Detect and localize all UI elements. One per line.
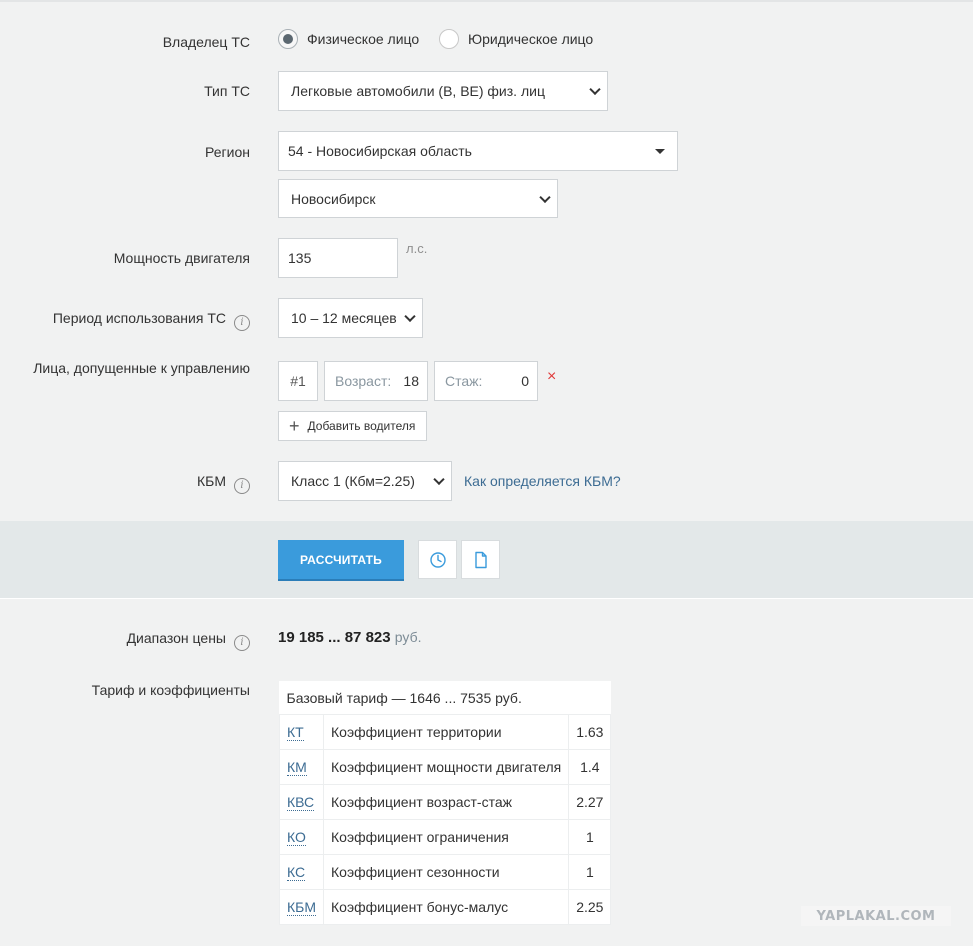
owner-option-legal[interactable]: Юридическое лицо — [439, 29, 593, 49]
vehicle-type-label: Тип ТС — [204, 83, 250, 99]
owner-option-individual[interactable]: Физическое лицо — [278, 29, 419, 49]
coef-abbr-link[interactable]: КБМ — [287, 899, 317, 916]
info-icon[interactable]: i — [234, 315, 250, 331]
caret-down-icon — [655, 149, 665, 154]
chevron-down-icon — [433, 473, 445, 486]
price-range-label: Диапазон цены i — [127, 630, 250, 651]
price-currency: руб. — [394, 629, 422, 645]
usage-period-value: 10 – 12 месяцев — [291, 310, 397, 326]
coef-abbr-link[interactable]: КС — [287, 864, 306, 881]
engine-power-label: Мощность двигателя — [113, 250, 250, 266]
coef-abbr: КТ — [278, 714, 325, 750]
table-row: КС Коэффициент сезонности 1 — [278, 854, 612, 890]
kbm-label-text: КБМ — [196, 473, 226, 489]
coef-abbr-link[interactable]: КВС — [287, 794, 315, 811]
coef-name: Коэффициент возраст-стаж — [323, 784, 570, 820]
base-tariff: Базовый тариф — 1646 ... 7535 руб. — [279, 681, 611, 715]
kbm-label: КБМ i — [197, 473, 250, 494]
driver-experience-label: Стаж: — [445, 373, 483, 389]
history-button[interactable] — [418, 540, 457, 579]
coef-abbr: КВС — [278, 784, 325, 820]
drivers-label: Лица, допущенные к управлению — [33, 360, 250, 376]
engine-power-value: 135 — [288, 250, 312, 266]
coef-abbr: КМ — [278, 749, 325, 785]
engine-power-unit: л.с. — [406, 241, 428, 256]
plus-icon: + — [289, 416, 300, 436]
driver-experience-input[interactable]: Стаж: 0 — [434, 361, 538, 401]
top-divider — [0, 0, 973, 2]
table-row: КМ Коэффициент мощности двигателя 1.4 — [278, 749, 612, 785]
coef-name: Коэффициент сезонности — [323, 854, 570, 890]
radio-unchecked-icon[interactable] — [439, 29, 459, 49]
coef-abbr: КС — [278, 854, 325, 890]
driver-number-text: #1 — [290, 373, 306, 389]
coef-abbr: КБМ — [278, 889, 325, 925]
city-value: Новосибирск — [291, 190, 376, 207]
region-select[interactable]: 54 - Новосибирская область — [278, 131, 678, 171]
table-row: КТ Коэффициент территории 1.63 — [278, 714, 612, 750]
vehicle-type-select[interactable]: Легковые автомобили (B, BE) физ. лиц — [278, 71, 608, 111]
chevron-down-icon — [404, 310, 416, 323]
price-range: 19 185 ... 87 823 руб. — [278, 629, 421, 646]
engine-power-input[interactable]: 135 — [278, 238, 398, 278]
coef-value: 1.4 — [568, 749, 612, 785]
base-tariff-row: Базовый тариф — 1646 ... 7535 руб. — [279, 681, 611, 715]
coef-name: Коэффициент бонус-малус — [323, 889, 570, 925]
price-range-value: 19 185 ... 87 823 — [278, 629, 391, 646]
kbm-value: Класс 1 (Кбм=2.25) — [291, 473, 415, 489]
tariff-label: Тариф и коэффициенты — [91, 682, 250, 698]
coef-abbr-link[interactable]: КМ — [287, 759, 307, 776]
coef-value: 1 — [568, 819, 612, 855]
coef-name: Коэффициент территории — [323, 714, 570, 750]
remove-driver-icon[interactable]: × — [547, 369, 556, 385]
vehicle-type-value: Легковые автомобили (B, BE) физ. лиц — [291, 83, 545, 99]
table-row: КО Коэффициент ограничения 1 — [278, 819, 612, 855]
chevron-down-icon — [589, 83, 601, 96]
coefficients-table: Базовый тариф — 1646 ... 7535 руб. КТ Ко… — [278, 681, 612, 925]
driver-age-value: 18 — [403, 373, 419, 389]
radio-checked-icon[interactable] — [278, 29, 298, 49]
region-label: Регион — [205, 144, 250, 160]
kbm-select[interactable]: Класс 1 (Кбм=2.25) — [278, 461, 452, 501]
usage-period-label: Период использования ТС i — [53, 310, 250, 331]
coef-abbr-link[interactable]: КО — [287, 829, 306, 846]
price-range-label-text: Диапазон цены — [126, 630, 226, 646]
kbm-help-link[interactable]: Как определяется КБМ? — [464, 473, 621, 489]
coef-abbr: КО — [278, 819, 325, 855]
info-icon[interactable]: i — [234, 478, 250, 494]
driver-number: #1 — [278, 361, 318, 401]
owner-option-label: Физическое лицо — [307, 31, 420, 47]
chevron-down-icon — [539, 191, 551, 203]
usage-period-select[interactable]: 10 – 12 месяцев — [278, 298, 423, 338]
table-row: КБМ Коэффициент бонус-малус 2.25 — [278, 889, 612, 925]
document-icon — [474, 551, 487, 568]
coef-value: 2.25 — [568, 889, 612, 925]
driver-age-input[interactable]: Возраст: 18 — [324, 361, 428, 401]
owner-option-label: Юридическое лицо — [468, 31, 594, 47]
driver-age-label: Возраст: — [335, 373, 392, 389]
add-driver-label: Добавить водителя — [307, 419, 416, 433]
coef-name: Коэффициент мощности двигателя — [323, 749, 570, 785]
watermark-logo: YAPLAKAL.COM — [801, 906, 951, 926]
coef-value: 1.63 — [568, 714, 612, 750]
region-value: 54 - Новосибирская область — [288, 143, 472, 159]
coef-value: 2.27 — [568, 784, 612, 820]
coef-abbr-link[interactable]: КТ — [287, 724, 304, 741]
info-icon[interactable]: i — [234, 635, 250, 651]
table-row: КВС Коэффициент возраст-стаж 2.27 — [278, 784, 612, 820]
owner-label: Владелец ТС — [162, 34, 250, 50]
document-button[interactable] — [461, 540, 500, 579]
coef-name: Коэффициент ограничения — [323, 819, 570, 855]
add-driver-button[interactable]: + Добавить водителя — [278, 411, 427, 441]
coef-value: 1 — [568, 854, 612, 890]
calculate-button[interactable]: РАССЧИТАТЬ — [278, 540, 404, 579]
driver-experience-value: 0 — [521, 373, 529, 389]
clock-icon — [429, 551, 446, 568]
usage-period-label-text: Период использования ТС — [52, 310, 226, 326]
city-select[interactable]: Новосибирск — [278, 179, 558, 218]
